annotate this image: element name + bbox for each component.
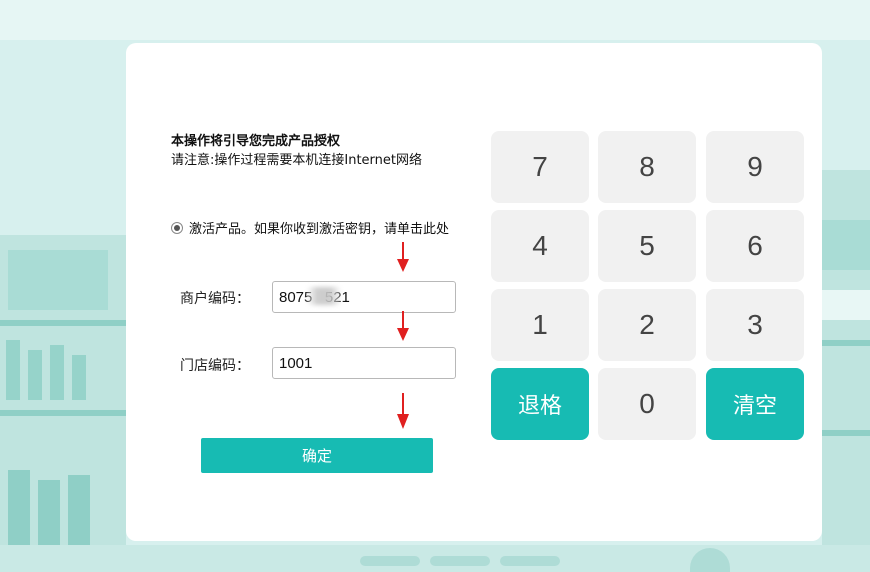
key-3[interactable]: 3 — [706, 289, 804, 361]
key-2[interactable]: 2 — [598, 289, 696, 361]
key-4[interactable]: 4 — [491, 210, 589, 282]
activate-product-label: 激活产品。如果你收到激活密钥，请单击此处 — [189, 222, 450, 237]
activate-product-option[interactable]: 激活产品。如果你收到激活密钥，请单击此处 — [171, 218, 449, 237]
merchant-code-input[interactable] — [272, 281, 456, 313]
activation-dialog: 本操作将引导您完成产品授权 请注意:操作过程需要本机连接Internet网络 激… — [126, 43, 822, 541]
key-8[interactable]: 8 — [598, 131, 696, 203]
radio-selected-dot — [174, 224, 180, 231]
arrow-down-icon — [397, 311, 409, 341]
confirm-button[interactable]: 确定 — [201, 438, 433, 473]
key-0[interactable]: 0 — [598, 368, 696, 440]
store-code-input[interactable] — [272, 347, 456, 379]
radio-button[interactable] — [171, 221, 183, 234]
key-1[interactable]: 1 — [491, 289, 589, 361]
arrow-down-icon — [397, 242, 409, 272]
clear-key[interactable]: 清空 — [706, 368, 804, 440]
arrow-down-icon — [397, 393, 409, 429]
key-6[interactable]: 6 — [706, 210, 804, 282]
network-notice: 请注意:操作过程需要本机连接Internet网络 — [171, 153, 422, 168]
backspace-key[interactable]: 退格 — [491, 368, 589, 440]
dialog-title: 本操作将引导您完成产品授权 — [171, 134, 341, 149]
key-5[interactable]: 5 — [598, 210, 696, 282]
key-9[interactable]: 9 — [706, 131, 804, 203]
merchant-code-label: 商户编码： — [180, 291, 250, 307]
key-7[interactable]: 7 — [491, 131, 589, 203]
store-code-label: 门店编码： — [180, 358, 250, 374]
